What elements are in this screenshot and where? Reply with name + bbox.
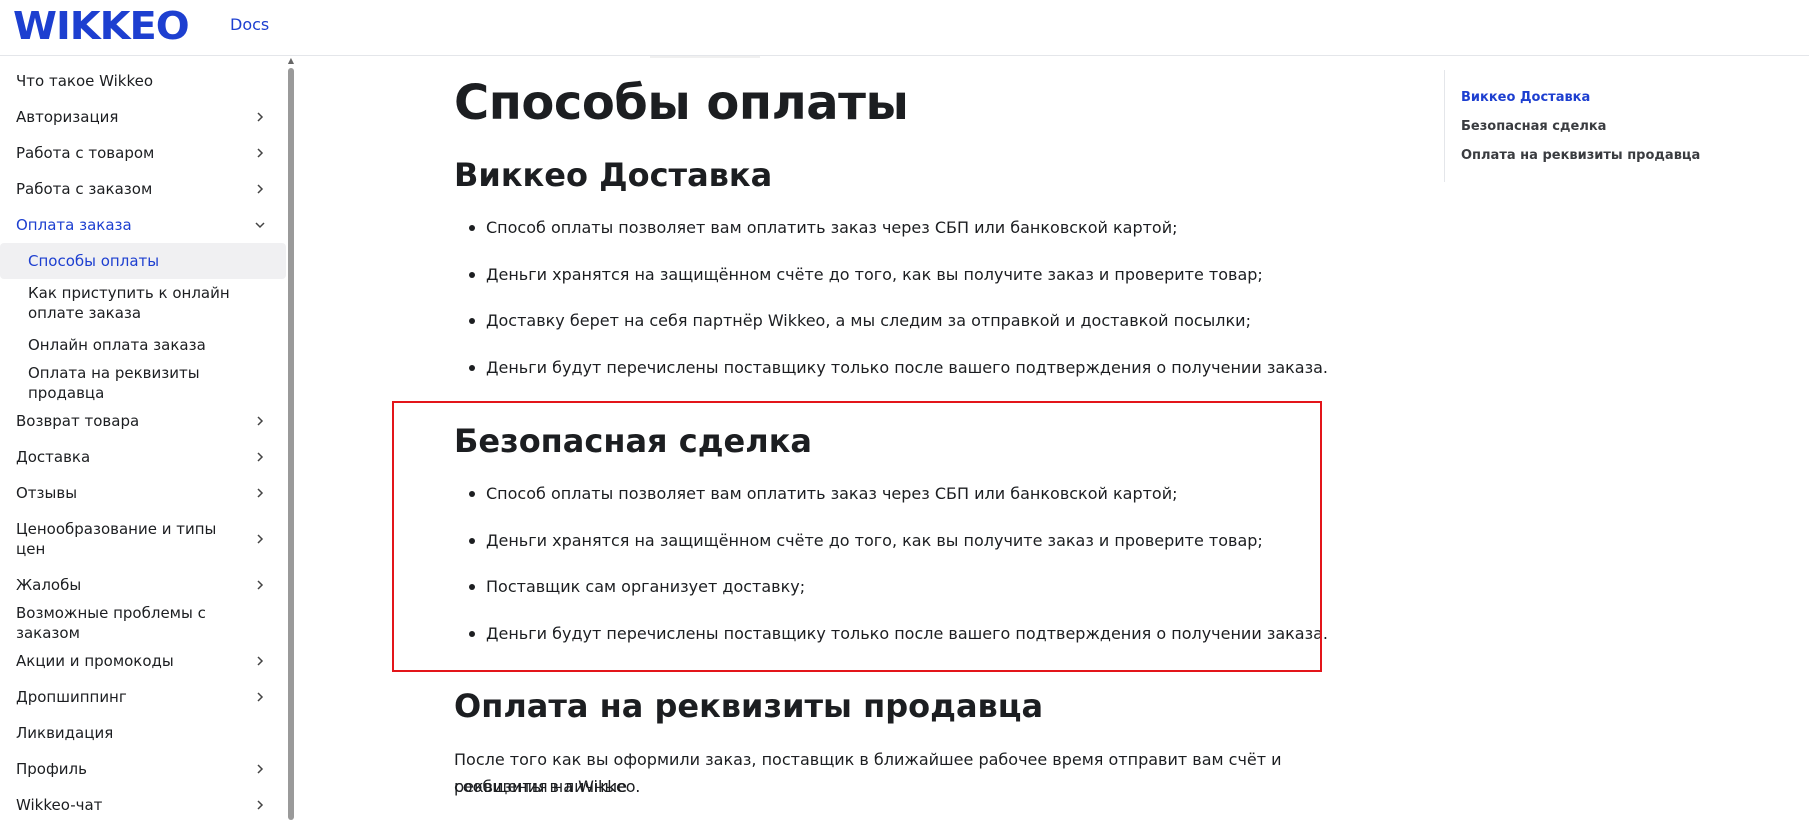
chevron-right-icon[interactable] [250,529,270,549]
chevron-right-icon[interactable] [250,447,270,467]
section-heading-seller-requisites: Оплата на реквизиты продавца [454,687,1044,725]
docs-link[interactable]: Docs [230,15,269,34]
page-title: Способы оплаты [454,75,909,131]
sidebar-item-label: Отзывы [16,484,78,502]
highlight-annotation-box [392,401,1322,672]
chevron-right-icon[interactable] [250,179,270,199]
sidebar-item-dropshipping[interactable]: Дропшиппинг [0,679,286,715]
toc-link-wikkeo-delivery[interactable]: Виккео Доставка [1461,90,1590,105]
sidebar-item-start-online-payment[interactable]: Как приступить к онлайн оплате заказа [0,279,286,327]
table-of-contents: Виккео Доставка Безопасная сделка Оплата… [1444,70,1744,182]
top-navbar: WIKKEO Docs [0,0,1809,56]
sidebar-item-label: Профиль [16,760,87,778]
sidebar-item-label: Возможные проблемы с заказом [16,604,206,642]
sidebar-item-products[interactable]: Работа с товаром [0,135,286,171]
chevron-right-icon[interactable] [250,483,270,503]
sidebar-item-label: Как приступить к онлайн оплате заказа [28,284,230,322]
sidebar-item-label: Wikkeo-чат [16,796,103,814]
toc-link-seller-requisites[interactable]: Оплата на реквизиты продавца [1461,148,1700,163]
sidebar-item-label: Способы оплаты [28,252,160,270]
chevron-right-icon[interactable] [250,143,270,163]
sidebar-item-label: Что такое Wikkeo [16,72,154,90]
sidebar-item-reviews[interactable]: Отзывы [0,475,286,511]
sidebar-item-order-payment[interactable]: Оплата заказа [0,207,286,243]
sidebar-item-label: Оплата на реквизиты продавца [28,364,200,402]
sidebar-item-wikkeo-chat[interactable]: Wikkeo-чат [0,787,286,820]
toc-link-safe-deal[interactable]: Безопасная сделка [1461,119,1606,134]
bullet-list: Способ оплаты позволяет вам оплатить зак… [469,217,1328,404]
sidebar-item-label: Жалобы [16,576,82,594]
sidebar-item-label: Работа с товаром [16,144,155,162]
chevron-right-icon[interactable] [250,651,270,671]
chevron-down-icon[interactable] [250,215,270,235]
paragraph-line: сообщения на Wikkeo. [454,777,641,796]
sidebar-item-label: Доставка [16,448,91,466]
scroll-up-arrow-icon[interactable]: ▲ [286,57,296,65]
sidebar-item-complaints[interactable]: Жалобы [0,567,286,603]
chevron-right-icon[interactable] [250,795,270,815]
sidebar-item-label: Оплата заказа [16,216,132,234]
sidebar-item-seller-requisites[interactable]: Оплата на реквизиты продавца [0,363,286,403]
sidebar-item-returns[interactable]: Возврат товара [0,403,286,439]
sidebar-item-promos[interactable]: Акции и промокоды [0,643,286,679]
sidebar-item-what-is-wikkeo[interactable]: Что такое Wikkeo [0,63,286,99]
sidebar-item-online-payment[interactable]: Онлайн оплата заказа [0,327,286,363]
sidebar-item-order-problems[interactable]: Возможные проблемы с заказом [0,603,286,643]
chevron-right-icon[interactable] [250,575,270,595]
chevron-right-icon[interactable] [250,687,270,707]
wikkeo-logo[interactable]: WIKKEO [13,4,190,48]
section-heading-wikkeo-delivery: Виккео Доставка [454,156,773,194]
sidebar-scrollbar-thumb[interactable] [288,68,294,820]
sidebar-nav: Что такое Wikkeo Авторизация Работа с то… [0,57,296,820]
sidebar-item-liquidation[interactable]: Ликвидация [0,715,286,751]
list-item: Деньги хранятся на защищённом счёте до т… [469,264,1328,311]
sidebar-item-label: Онлайн оплата заказа [28,336,206,354]
sidebar-item-label: Работа с заказом [16,180,153,198]
list-item: Доставку берет на себя партнёр Wikkeo, а… [469,310,1328,357]
sidebar-item-label: Акции и промокоды [16,652,174,670]
sidebar-item-label: Возврат товара [16,412,140,430]
sidebar-item-label: Дропшиппинг [16,688,127,706]
sidebar-item-label: Ликвидация [16,724,114,742]
sidebar-item-label: Авторизация [16,108,119,126]
list-item: Деньги будут перечислены поставщику толь… [469,357,1328,404]
sidebar-item-authorization[interactable]: Авторизация [0,99,286,135]
list-item: Способ оплаты позволяет вам оплатить зак… [469,217,1328,264]
sidebar-item-payment-methods[interactable]: Способы оплаты [0,243,286,279]
sidebar-item-profile[interactable]: Профиль [0,751,286,787]
chevron-right-icon[interactable] [250,411,270,431]
chevron-right-icon[interactable] [250,759,270,779]
scroll-shadow-divider [650,56,760,58]
sidebar-item-label: Ценообразование и типы цен [16,520,217,558]
sidebar-item-delivery[interactable]: Доставка [0,439,286,475]
chevron-right-icon[interactable] [250,107,270,127]
sidebar-item-orders[interactable]: Работа с заказом [0,171,286,207]
sidebar-item-pricing[interactable]: Ценообразование и типы цен [0,511,286,567]
